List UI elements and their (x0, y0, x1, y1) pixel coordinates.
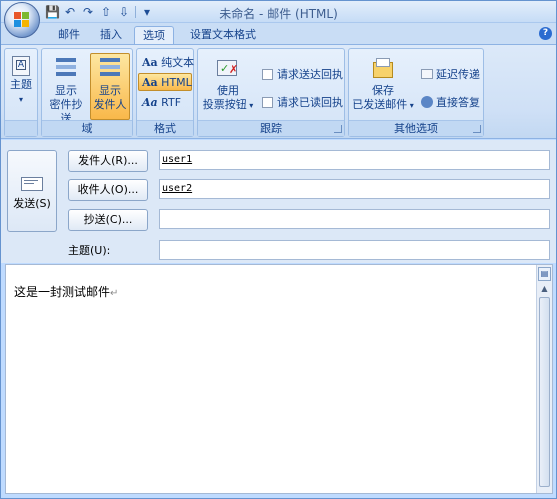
rtf-format-label: RTF (161, 96, 182, 109)
read-receipt-label: 请求已读回执 (277, 96, 343, 109)
subject-field[interactable] (159, 240, 550, 260)
rtf-format-icon: Aa (142, 96, 158, 109)
body-text: 这是一封测试邮件↵ (14, 283, 118, 300)
compose-window: 未命名 - 邮件 (HTML) 💾 ↶ ↷ ⇧ ⇩ ▾ 邮件 插入 选项 设置文… (0, 0, 557, 499)
direct-replies-button[interactable]: 直接答复 (417, 93, 484, 111)
office-button[interactable] (4, 2, 40, 38)
read-receipt-checkbox[interactable] (262, 97, 273, 108)
delivery-receipt-label: 请求送达回执 (277, 68, 343, 81)
save-sent-label-1: 保存 (372, 84, 394, 97)
voting-label-1: 使用 (217, 84, 239, 97)
ruler-toggle-icon[interactable]: ▤ (538, 267, 551, 281)
request-read-receipt[interactable]: 请求已读回执 (258, 93, 347, 111)
save-sent-item-button[interactable]: 保存 已发送邮件 ▾ (351, 53, 415, 114)
send-label: 发送(S) (13, 197, 51, 210)
themes-label: 主题 (10, 78, 32, 91)
ribbon-tabs: 邮件 插入 选项 设置文本格式 ? (1, 23, 556, 45)
paragraph-mark: ↵ (110, 288, 119, 299)
redo-icon[interactable]: ↷ (81, 5, 95, 19)
voting-label-2: 投票按钮 (202, 98, 247, 111)
next-item-icon[interactable]: ⇩ (117, 5, 131, 19)
send-icon (21, 177, 43, 191)
scroll-thumb[interactable] (539, 297, 550, 487)
delay-delivery-button[interactable]: 延迟传递 (417, 65, 484, 83)
group-themes: A 主题 ▾ (4, 48, 38, 137)
direct-replies-icon (421, 96, 433, 108)
from-button[interactable]: 发件人(R)... (68, 150, 148, 172)
from-value: user1 (162, 154, 193, 165)
ribbon: A 主题 ▾ 显示 密件抄送 显示 发件人 域 Aa 纯文本 Aa HTML A… (1, 44, 556, 139)
help-icon[interactable]: ? (539, 27, 552, 40)
show-bcc-label-1: 显示 (55, 84, 77, 97)
office-logo-icon (14, 12, 30, 28)
cc-button[interactable]: 抄送(C)... (68, 209, 148, 231)
tab-insert[interactable]: 插入 (93, 26, 129, 45)
group-fields: 显示 密件抄送 显示 发件人 域 (41, 48, 133, 137)
rtf-format-button[interactable]: Aa RTF (138, 93, 185, 111)
group-themes-label (5, 120, 37, 136)
subject-label: 主题(U): (68, 244, 111, 257)
save-sent-dropdown-icon: ▾ (407, 101, 414, 110)
message-body[interactable]: 这是一封测试邮件↵ ▤ ▲ (5, 264, 553, 494)
to-field[interactable]: user2 (159, 179, 550, 199)
group-fields-label: 域 (42, 120, 132, 136)
quick-access-toolbar: 💾 ↶ ↷ ⇧ ⇩ ▾ (45, 4, 154, 20)
html-format-icon: Aa (142, 76, 158, 89)
save-sent-label-2: 已发送邮件 (352, 98, 408, 111)
to-value: user2 (162, 183, 193, 194)
delay-delivery-icon (421, 69, 433, 79)
body-content: 这是一封测试邮件 (14, 285, 111, 299)
request-delivery-receipt[interactable]: 请求送达回执 (258, 65, 347, 83)
plain-text-label: 纯文本 (161, 56, 195, 69)
group-more-options-label: 其他选项 (349, 120, 483, 136)
voting-dropdown-icon: ▾ (246, 101, 254, 110)
send-button[interactable]: 发送(S) (7, 150, 57, 232)
html-format-label: HTML (161, 76, 192, 89)
plain-text-icon: Aa (142, 56, 158, 69)
show-from-label-1: 显示 (99, 84, 121, 97)
voting-buttons-button[interactable]: ✓ ✗ 使用 投票按钮 ▾ (200, 53, 256, 114)
tracking-dialog-launcher[interactable] (334, 125, 342, 133)
plain-text-button[interactable]: Aa 纯文本 (138, 53, 198, 71)
previous-item-icon[interactable]: ⇧ (99, 5, 113, 19)
group-more-options: 保存 已发送邮件 ▾ 延迟传递 直接答复 其他选项 (348, 48, 484, 137)
title-bar: 未命名 - 邮件 (HTML) 💾 ↶ ↷ ⇧ ⇩ ▾ (1, 1, 556, 23)
group-tracking: ✓ ✗ 使用 投票按钮 ▾ 请求送达回执 请求已读回执 跟踪 (197, 48, 345, 137)
show-from-label-2: 发件人 (93, 98, 127, 111)
show-from-button[interactable]: 显示 发件人 (90, 53, 130, 120)
direct-replies-label: 直接答复 (436, 96, 480, 109)
from-field[interactable]: user1 (159, 150, 550, 170)
group-format: Aa 纯文本 Aa HTML Aa RTF 格式 (136, 48, 194, 137)
group-format-label: 格式 (137, 120, 193, 136)
scroll-up-icon[interactable]: ▲ (538, 283, 551, 295)
delay-delivery-label: 延迟传递 (436, 68, 480, 81)
voting-icon: ✓ ✗ (215, 56, 241, 82)
cc-field[interactable] (159, 209, 550, 229)
save-sent-icon (370, 56, 396, 82)
html-format-button[interactable]: Aa HTML (138, 73, 192, 91)
customize-qat-icon[interactable]: ▾ (140, 5, 154, 19)
themes-dropdown-icon: ▾ (18, 95, 23, 104)
qat-separator (135, 6, 136, 18)
tab-format-text[interactable]: 设置文本格式 (181, 26, 265, 45)
to-button[interactable]: 收件人(O)... (68, 179, 148, 201)
save-icon[interactable]: 💾 (45, 5, 60, 19)
themes-icon: A (12, 56, 30, 76)
more-options-dialog-launcher[interactable] (473, 125, 481, 133)
tab-options[interactable]: 选项 (134, 26, 174, 45)
vertical-scrollbar[interactable]: ▤ ▲ (536, 265, 552, 493)
show-bcc-icon (53, 56, 79, 82)
show-bcc-button[interactable]: 显示 密件抄送 (44, 53, 88, 127)
undo-icon[interactable]: ↶ (63, 5, 77, 19)
themes-button[interactable]: A 主题 ▾ (6, 53, 36, 108)
group-tracking-label: 跟踪 (198, 120, 344, 136)
tab-message[interactable]: 邮件 (51, 26, 87, 45)
show-from-icon (97, 56, 123, 82)
delivery-receipt-checkbox[interactable] (262, 69, 273, 80)
message-header: 发送(S) 发件人(R)... user1 收件人(O)... user2 抄送… (1, 140, 556, 263)
